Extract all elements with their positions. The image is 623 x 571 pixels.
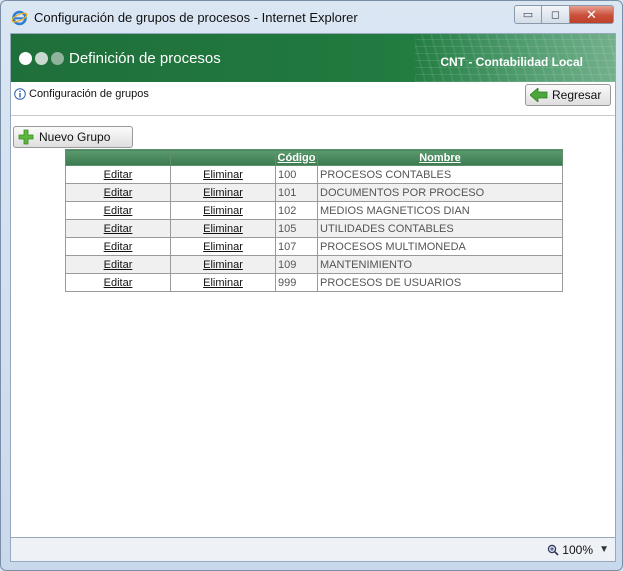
delete-cell: Eliminar: [170, 201, 276, 220]
edit-link[interactable]: Editar: [104, 241, 133, 253]
table-row: Editar Eliminar 999 PROCESOS DE USUARIOS: [65, 273, 563, 292]
name-cell: MANTENIMIENTO: [317, 255, 563, 274]
delete-cell: Eliminar: [170, 237, 276, 256]
back-arrow-icon: [530, 88, 548, 102]
new-group-label: Nuevo Grupo: [39, 130, 111, 144]
edit-link[interactable]: Editar: [104, 187, 133, 199]
table-row: Editar Eliminar 101 DOCUMENTOS POR PROCESO: [65, 183, 563, 202]
delete-link[interactable]: Eliminar: [203, 205, 243, 217]
edit-cell: Editar: [65, 165, 171, 184]
title-bar[interactable]: Configuración de grupos de procesos - In…: [1, 1, 622, 33]
name-cell: DOCUMENTOS POR PROCESO: [317, 183, 563, 202]
name-cell: PROCESOS MULTIMONEDA: [317, 237, 563, 256]
edit-cell: Editar: [65, 183, 171, 202]
edit-cell: Editar: [65, 255, 171, 274]
info-icon: [14, 88, 26, 100]
name-cell: PROCESOS CONTABLES: [317, 165, 563, 184]
name-cell: MEDIOS MAGNETICOS DIAN: [317, 201, 563, 220]
new-group-button[interactable]: Nuevo Grupo: [13, 126, 133, 148]
internet-explorer-icon: [11, 10, 28, 26]
header-delete: [170, 149, 276, 166]
table-header-row: Código Nombre: [65, 149, 563, 166]
edit-link[interactable]: Editar: [104, 205, 133, 217]
close-button[interactable]: ✕: [570, 5, 614, 24]
name-cell: PROCESOS DE USUARIOS: [317, 273, 563, 292]
header-banner: Definición de procesos CNT - Contabilida…: [11, 34, 615, 82]
groups-table: Código Nombre Editar Eliminar 100 PROCESOS …: [65, 149, 563, 292]
window-controls: ▭ ◻ ✕: [514, 5, 614, 25]
table-row: Editar Eliminar 100 PROCESOS CONTABLES: [65, 165, 563, 184]
code-cell: 102: [275, 201, 318, 220]
module-name: CNT - Contabilidad Local: [440, 55, 583, 69]
code-cell: 107: [275, 237, 318, 256]
delete-link[interactable]: Eliminar: [203, 241, 243, 253]
delete-link[interactable]: Eliminar: [203, 169, 243, 181]
table-row: Editar Eliminar 109 MANTENIMIENTO: [65, 255, 563, 274]
minimize-button[interactable]: ▭: [514, 5, 542, 24]
back-button[interactable]: Regresar: [525, 84, 611, 106]
header-edit: [65, 149, 171, 166]
zoom-level: 100%: [562, 543, 593, 557]
browser-window: Configuración de grupos de procesos - In…: [0, 0, 623, 571]
zoom-icon: [548, 544, 559, 556]
name-cell: UTILIDADES CONTABLES: [317, 219, 563, 238]
delete-link[interactable]: Eliminar: [203, 187, 243, 199]
table-row: Editar Eliminar 102 MEDIOS MAGNETICOS DIAN: [65, 201, 563, 220]
edit-link[interactable]: Editar: [104, 259, 133, 271]
edit-link[interactable]: Editar: [104, 223, 133, 235]
code-cell: 100: [275, 165, 318, 184]
delete-link[interactable]: Eliminar: [203, 277, 243, 289]
back-button-label: Regresar: [552, 88, 602, 102]
maximize-button[interactable]: ◻: [542, 5, 570, 24]
dot-icon: [51, 52, 64, 65]
edit-cell: Editar: [65, 237, 171, 256]
header-name[interactable]: Nombre: [317, 149, 563, 166]
sort-code-link[interactable]: Código: [278, 152, 316, 164]
edit-link[interactable]: Editar: [104, 169, 133, 181]
delete-cell: Eliminar: [170, 273, 276, 292]
page-content: Definición de procesos CNT - Contabilida…: [10, 33, 616, 538]
banner-dots: [19, 52, 64, 65]
page-title: Definición de procesos: [69, 50, 221, 67]
delete-cell: Eliminar: [170, 219, 276, 238]
zoom-control[interactable]: 100%: [547, 543, 593, 557]
edit-cell: Editar: [65, 273, 171, 292]
zoom-dropdown-icon[interactable]: ▼: [599, 544, 609, 555]
code-cell: 109: [275, 255, 318, 274]
delete-link[interactable]: Eliminar: [203, 223, 243, 235]
code-cell: 999: [275, 273, 318, 292]
table-row: Editar Eliminar 105 UTILIDADES CONTABLES: [65, 219, 563, 238]
delete-link[interactable]: Eliminar: [203, 259, 243, 271]
edit-link[interactable]: Editar: [104, 277, 133, 289]
sub-header: Configuración de grupos Regresar: [11, 82, 615, 116]
delete-cell: Eliminar: [170, 165, 276, 184]
dot-icon: [19, 52, 32, 65]
delete-cell: Eliminar: [170, 255, 276, 274]
table-row: Editar Eliminar 107 PROCESOS MULTIMONEDA: [65, 237, 563, 256]
edit-cell: Editar: [65, 219, 171, 238]
window-title: Configuración de grupos de procesos - In…: [34, 10, 358, 25]
status-bar: 100% ▼: [10, 538, 616, 562]
header-code[interactable]: Código: [275, 149, 318, 166]
dot-icon: [35, 52, 48, 65]
section-label: Configuración de grupos: [29, 88, 149, 100]
sort-name-link[interactable]: Nombre: [419, 152, 461, 164]
code-cell: 101: [275, 183, 318, 202]
edit-cell: Editar: [65, 201, 171, 220]
plus-icon: [18, 129, 34, 145]
code-cell: 105: [275, 219, 318, 238]
delete-cell: Eliminar: [170, 183, 276, 202]
